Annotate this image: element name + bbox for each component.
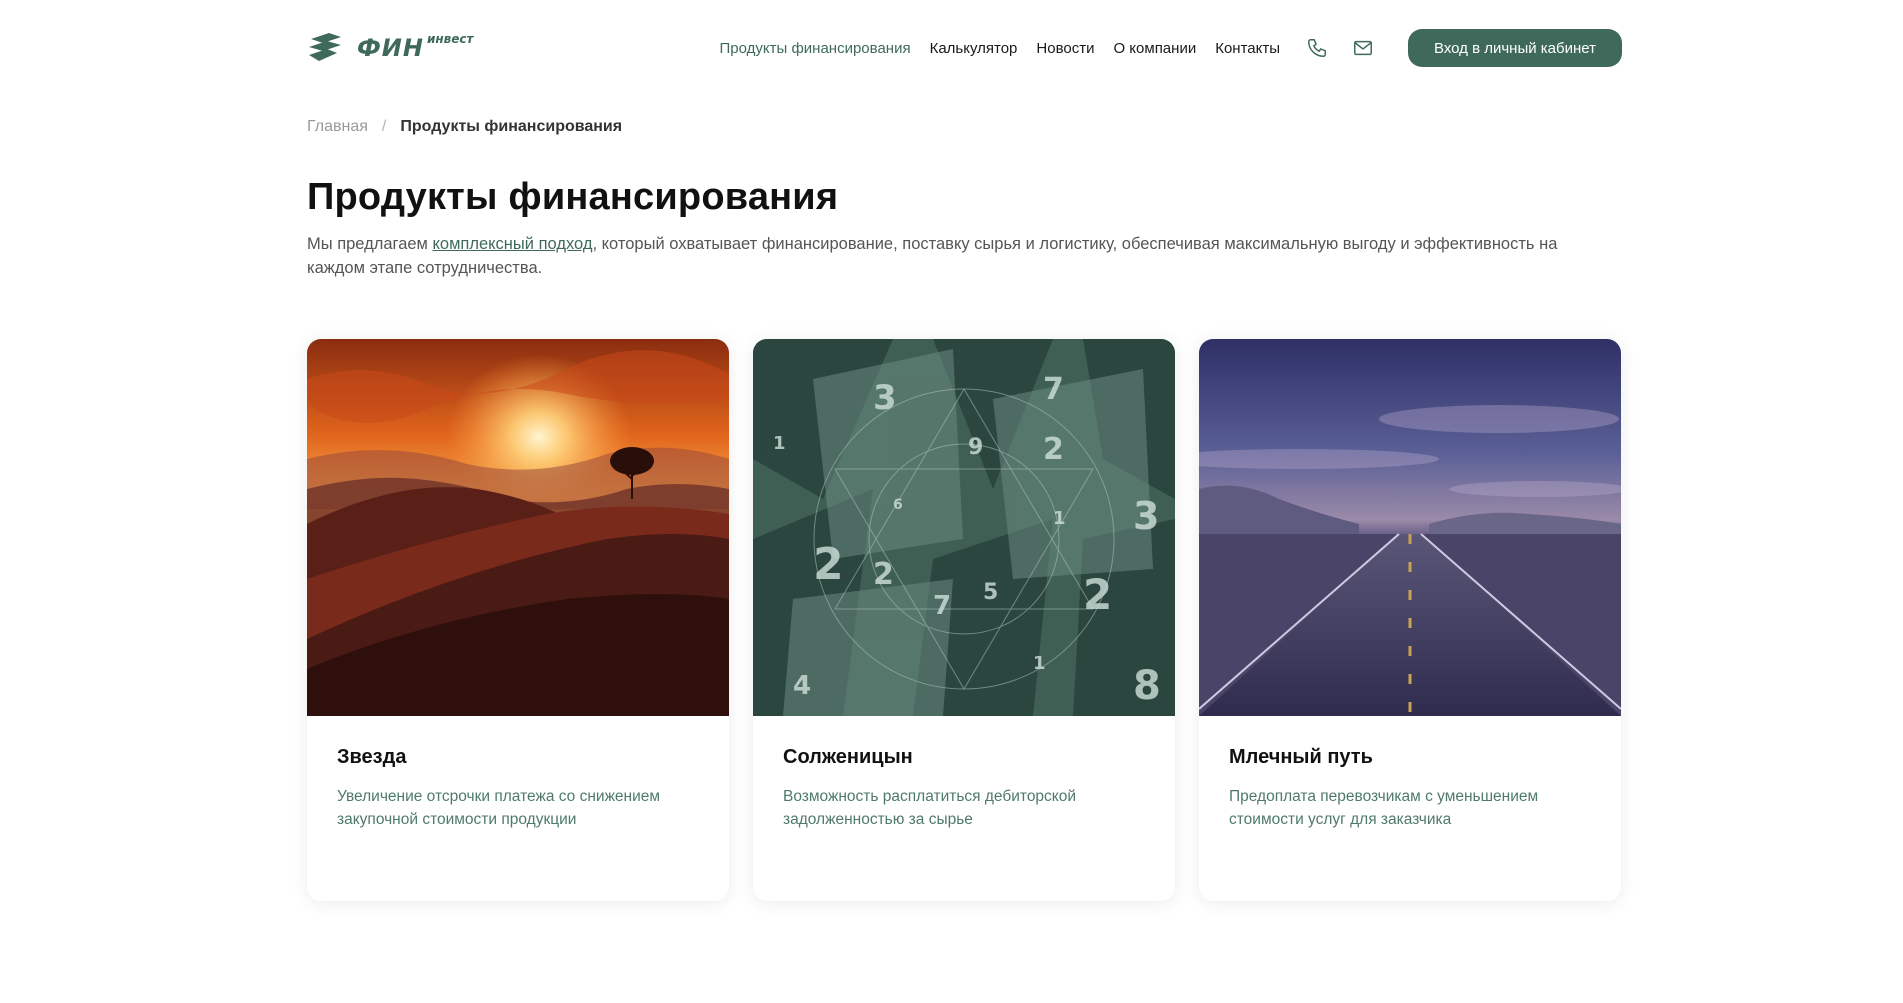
svg-text:4: 4	[793, 671, 811, 701]
logo-name-sup: инвест	[426, 32, 474, 46]
login-button[interactable]: Вход в личный кабинет	[1408, 29, 1622, 67]
site-header: ФИН инвест Продукты финансирования Кальк…	[307, 28, 1622, 68]
svg-text:2: 2	[1083, 570, 1112, 619]
breadcrumb-current: Продукты финансирования	[400, 118, 623, 135]
svg-text:2: 2	[873, 557, 894, 592]
card-image-road	[1199, 339, 1621, 716]
svg-text:3: 3	[1133, 494, 1159, 538]
logo-name-main: ФИН	[357, 34, 424, 62]
svg-text:3: 3	[873, 378, 897, 418]
product-card-solzhenitsyn[interactable]: 3 7 9 2 2 2 7 5 2 3 1 1 4 6 1 8 Солжениц…	[753, 339, 1175, 901]
breadcrumb: Главная / Продукты финансирования	[307, 118, 1622, 136]
main-nav: Продукты финансирования Калькулятор Ново…	[720, 29, 1622, 67]
logo[interactable]: ФИН инвест	[307, 33, 473, 63]
page-intro: Мы предлагаем комплексный подход, которы…	[307, 232, 1567, 280]
product-card-milky-way[interactable]: Млечный путь Предоплата перевозчикам с у…	[1199, 339, 1621, 901]
card-image-sunset	[307, 339, 729, 716]
breadcrumb-home[interactable]: Главная	[307, 118, 368, 136]
nav-link-news[interactable]: Новости	[1036, 40, 1094, 57]
svg-text:5: 5	[983, 580, 998, 605]
svg-text:2: 2	[813, 539, 844, 590]
logo-mark-icon	[309, 33, 341, 61]
card-text: Увеличение отсрочки платежа со снижением…	[337, 788, 661, 828]
svg-text:1: 1	[1033, 653, 1046, 674]
svg-text:1: 1	[773, 433, 786, 454]
page-title: Продукты финансирования	[307, 176, 839, 218]
card-title: Солженицын	[783, 746, 913, 768]
svg-text:7: 7	[933, 591, 951, 621]
svg-text:6: 6	[893, 497, 903, 513]
logo-text: ФИН инвест	[357, 32, 474, 62]
nav-link-products[interactable]: Продукты финансирования	[720, 40, 911, 57]
card-title: Звезда	[337, 746, 407, 768]
nav-link-about[interactable]: О компании	[1113, 40, 1196, 57]
mail-icon[interactable]	[1352, 37, 1374, 59]
intro-link[interactable]: комплексный подход	[432, 235, 592, 253]
product-card-zvezda[interactable]: Звезда Увеличение отсрочки платежа со сн…	[307, 339, 729, 901]
nav-link-calculator[interactable]: Калькулятор	[930, 40, 1018, 57]
svg-text:1: 1	[1053, 508, 1066, 529]
breadcrumb-separator: /	[381, 118, 387, 135]
phone-icon[interactable]	[1306, 37, 1328, 59]
svg-text:2: 2	[1043, 432, 1064, 467]
card-text: Предоплата перевозчикам с уменьшением ст…	[1229, 788, 1539, 828]
intro-text-before: Мы предлагаем	[307, 235, 433, 253]
svg-text:7: 7	[1043, 372, 1064, 407]
card-text: Возможность расплатиться дебиторской зад…	[783, 788, 1077, 828]
svg-text:9: 9	[968, 435, 983, 460]
card-title: Млечный путь	[1229, 746, 1373, 768]
svg-text:8: 8	[1133, 663, 1161, 709]
card-image-books: 3 7 9 2 2 2 7 5 2 3 1 1 4 6 1 8	[753, 339, 1175, 716]
product-cards: Звезда Увеличение отсрочки платежа со сн…	[307, 339, 1622, 901]
nav-link-contacts[interactable]: Контакты	[1215, 40, 1280, 57]
